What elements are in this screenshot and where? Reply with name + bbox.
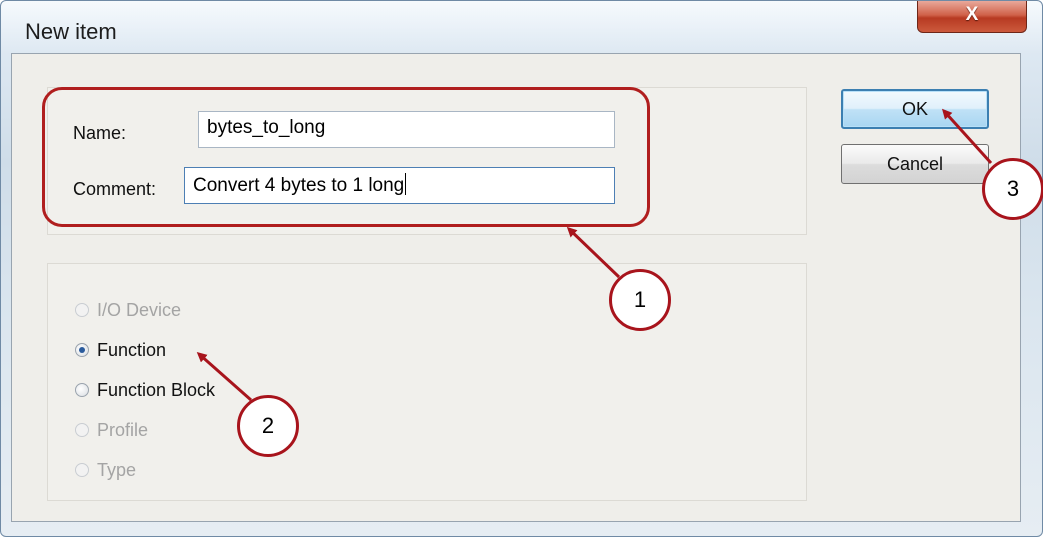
callout-3: 3 [982, 158, 1043, 220]
arrow-1 [566, 226, 621, 279]
callout-1: 1 [609, 269, 671, 331]
arrow-2 [196, 352, 252, 402]
dialog-window: New item X Name: bytes_to_long Comment: … [0, 0, 1043, 537]
arrow-3 [941, 108, 993, 165]
annotation-arrows [196, 108, 993, 402]
callout-2: 2 [237, 395, 299, 457]
